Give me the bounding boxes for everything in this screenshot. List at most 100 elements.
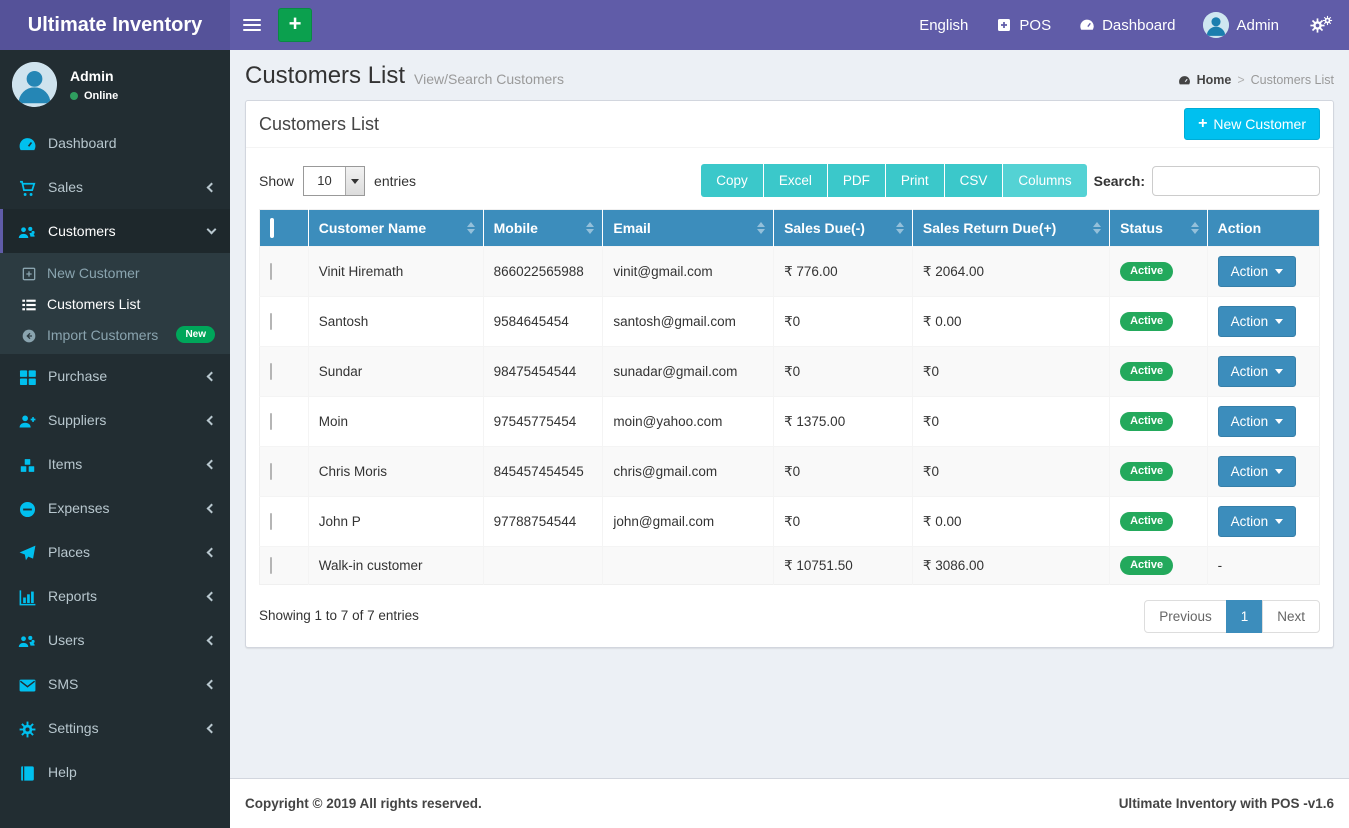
column-header-email[interactable]: Email — [602, 209, 775, 247]
sidebar-item-purchase[interactable]: Purchase — [0, 354, 230, 398]
pagination: Previous 1 Next — [1144, 600, 1320, 633]
sidebar-item-customers[interactable]: Customers — [0, 209, 230, 253]
cell-email: chris@gmail.com — [602, 446, 775, 497]
action-button[interactable]: Action — [1217, 456, 1297, 487]
cell-sales-due: ₹ 776.00 — [773, 246, 913, 297]
sidebar-item-settings[interactable]: Settings — [0, 706, 230, 750]
row-checkbox[interactable] — [270, 557, 272, 574]
row-checkbox[interactable] — [270, 263, 272, 280]
bar-chart-icon — [18, 588, 37, 606]
book-icon — [18, 764, 37, 781]
row-checkbox[interactable] — [270, 463, 272, 480]
card-body: Show 10 entries Copy Excel PDF Print CSV… — [246, 148, 1333, 647]
search-input[interactable] — [1152, 165, 1320, 196]
sidebar-item-import-customers[interactable]: Import Customers New — [0, 319, 230, 350]
sidebar-item-reports[interactable]: Reports — [0, 574, 230, 618]
sidebar-item-label: Settings — [48, 720, 99, 736]
pagination-next[interactable]: Next — [1262, 600, 1320, 633]
column-header-sales-return-due[interactable]: Sales Return Due(+) — [912, 209, 1111, 247]
column-header-sales-due[interactable]: Sales Due(-) — [773, 209, 913, 247]
nav-user-label: Admin — [1236, 16, 1279, 34]
column-header-customer-name[interactable]: Customer Name — [308, 209, 484, 247]
pagination-page-1[interactable]: 1 — [1225, 600, 1264, 633]
sidebar-item-places[interactable]: Places — [0, 530, 230, 574]
breadcrumb-home[interactable]: Home — [1197, 73, 1232, 87]
pos-icon — [996, 17, 1012, 33]
cell-email: vinit@gmail.com — [602, 246, 775, 297]
column-header-label: Email — [613, 220, 651, 236]
export-button-group: Copy Excel PDF Print CSV Columns — [701, 164, 1087, 197]
page-length-select[interactable]: 10 — [303, 165, 366, 196]
export-excel-button[interactable]: Excel — [763, 164, 828, 197]
sidebar-item-new-customer[interactable]: New Customer — [0, 257, 230, 288]
caret-down-icon — [1275, 319, 1284, 328]
sidebar-item-suppliers[interactable]: Suppliers — [0, 398, 230, 442]
cell-sales-due: ₹0 — [773, 446, 913, 497]
sort-icon — [586, 222, 595, 234]
row-checkbox[interactable] — [270, 363, 272, 380]
caret-down-icon — [1275, 469, 1284, 478]
sidebar-toggle-icon[interactable] — [230, 0, 274, 50]
cell-email: santosh@gmail.com — [602, 296, 775, 347]
table-info: Showing 1 to 7 of 7 entries — [259, 608, 419, 623]
quick-add-button[interactable]: + — [278, 8, 312, 42]
breadcrumb-current: Customers List — [1250, 73, 1334, 87]
sidebar-item-help[interactable]: Help — [0, 750, 230, 794]
nav-dashboard[interactable]: Dashboard — [1065, 0, 1189, 50]
chevron-left-icon — [206, 679, 217, 689]
breadcrumb: Home > Customers List — [1178, 65, 1334, 87]
column-header-status[interactable]: Status — [1109, 209, 1208, 247]
column-header-action: Action — [1207, 209, 1320, 247]
cell-mobile: 98475454544 — [483, 346, 604, 397]
action-button-label: Action — [1230, 414, 1269, 429]
sidebar-item-sms[interactable]: SMS — [0, 662, 230, 706]
sidebar-item-label: Customers — [48, 223, 116, 239]
cell-email: john@gmail.com — [602, 496, 775, 547]
card-title: Customers List — [259, 113, 380, 134]
new-badge: New — [176, 326, 215, 343]
columns-button[interactable]: Columns — [1003, 164, 1087, 197]
cell-sales-return-due: ₹0 — [912, 396, 1111, 447]
action-button[interactable]: Action — [1217, 256, 1297, 287]
sidebar-item-users[interactable]: Users — [0, 618, 230, 662]
sidebar-item-sales[interactable]: Sales — [0, 165, 230, 209]
row-checkbox[interactable] — [270, 513, 272, 530]
cell-customer-name: Moin — [308, 396, 484, 447]
sidebar-item-dashboard[interactable]: Dashboard — [0, 121, 230, 165]
sidebar-submenu-customers: New Customer Customers List Import Custo… — [0, 253, 230, 354]
export-csv-button[interactable]: CSV — [944, 164, 1004, 197]
action-button[interactable]: Action — [1217, 406, 1297, 437]
export-pdf-button[interactable]: PDF — [827, 164, 886, 197]
export-copy-button[interactable]: Copy — [701, 164, 764, 197]
row-checkbox[interactable] — [270, 313, 272, 330]
sidebar-item-items[interactable]: Items — [0, 442, 230, 486]
cell-mobile: 9584645454 — [483, 296, 604, 347]
settings-gears-icon[interactable] — [1293, 15, 1349, 34]
export-print-button[interactable]: Print — [885, 164, 945, 197]
column-header-mobile[interactable]: Mobile — [483, 209, 604, 247]
envelope-icon — [18, 676, 37, 692]
sort-icon — [757, 222, 766, 234]
row-checkbox[interactable] — [270, 413, 272, 430]
table-row: Chris Moris 845457454545 chris@gmail.com… — [259, 446, 1320, 497]
cell-customer-name: Vinit Hiremath — [308, 246, 484, 297]
sidebar-menu: Dashboard Sales Customers New Customer C… — [0, 121, 230, 794]
action-button[interactable]: Action — [1217, 506, 1297, 537]
sidebar-user-status[interactable]: Online — [70, 90, 118, 102]
select-all-checkbox[interactable] — [270, 218, 274, 238]
sidebar-item-customers-list[interactable]: Customers List — [0, 288, 230, 319]
nav-pos[interactable]: POS — [982, 0, 1065, 50]
column-header-label: Customer Name — [318, 220, 427, 236]
action-button[interactable]: Action — [1217, 356, 1297, 387]
action-button[interactable]: Action — [1217, 306, 1297, 337]
table-footer: Showing 1 to 7 of 7 entries Previous 1 N… — [259, 600, 1320, 633]
brand-logo[interactable]: Ultimate Inventory — [0, 0, 230, 50]
nav-language[interactable]: English — [905, 0, 982, 50]
chevron-left-icon — [206, 459, 217, 469]
nav-user-menu[interactable]: Admin — [1189, 0, 1293, 50]
sidebar-item-label: Expenses — [48, 500, 110, 516]
cell-sales-return-due: ₹ 0.00 — [912, 496, 1111, 547]
sidebar-item-expenses[interactable]: Expenses — [0, 486, 230, 530]
new-customer-button[interactable]: + New Customer — [1184, 108, 1320, 140]
pagination-previous[interactable]: Previous — [1144, 600, 1227, 633]
